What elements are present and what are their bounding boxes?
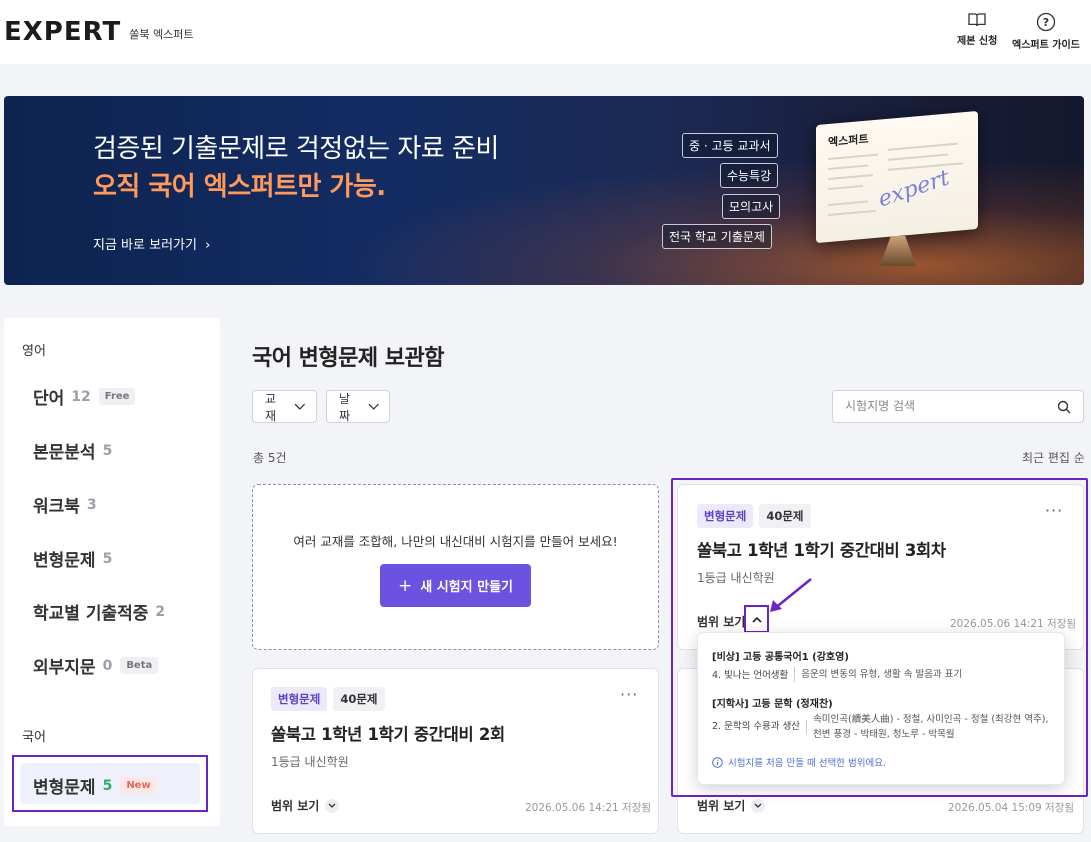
exam-type-tag: 변형문제: [271, 687, 328, 711]
expert-guide-button[interactable]: ? 엑스퍼트 가이드: [1012, 12, 1080, 51]
saved-date: 2026.05.06 14:21 저장됨: [525, 802, 652, 814]
saved-date: 2026.05.04 15:09 저장됨: [948, 802, 1075, 814]
beta-badge: Beta: [120, 657, 159, 674]
banner-chip: 전국 학교 기출문제: [662, 224, 772, 249]
sidebar-item-label: 외부지문: [33, 658, 96, 678]
monitor-illustration: 엑스퍼트 expert: [816, 110, 978, 244]
logo[interactable]: EXPERT 쏠북 엑스퍼트: [4, 18, 193, 46]
info-icon: [712, 756, 723, 768]
banner-chip: 중 · 고등 교과서: [682, 133, 778, 158]
free-badge: Free: [98, 388, 136, 405]
range-description: 음운의 변동의 유형, 생활 속 발음과 표기: [801, 669, 963, 680]
range-view-label: 범위 보기: [271, 799, 320, 813]
banner-title-line2: 오직 국어 엑스퍼트만 가능.: [93, 172, 386, 202]
new-exam-card: 여러 교재를 조합해, 나만의 내신대비 시험지를 만들어 보세요! + 새 시…: [252, 484, 659, 650]
sidebar-section-english: 영어: [22, 344, 46, 359]
sidebar-item-label: 학교별 기출적중: [33, 604, 149, 624]
chevron-up-icon: [751, 616, 762, 623]
range-book-title: [비상] 고등 공통국어1 (강호영): [712, 652, 849, 663]
sidebar-item-external-passages[interactable]: 외부지문 0 Beta: [33, 653, 159, 678]
sidebar-item-variant-english[interactable]: 변형문제 5: [33, 546, 113, 572]
svg-text:?: ?: [1043, 16, 1049, 29]
chevron-down-icon: [325, 798, 340, 813]
range-chapter: 4. 빛나는 언어생활: [712, 667, 796, 682]
sidebar-item-label: 워크북: [33, 497, 80, 517]
sort-dropdown[interactable]: 최근 편집 순: [1022, 449, 1085, 466]
help-icon: ?: [1036, 12, 1056, 32]
date-filter-dropdown[interactable]: 날짜: [326, 390, 390, 423]
sidebar-item-variant-korean[interactable]: 변형문제 5 New: [20, 763, 200, 804]
sidebar-item-count: 12: [71, 388, 91, 405]
create-exam-button[interactable]: + 새 시험지 만들기: [380, 564, 531, 607]
new-badge: New: [120, 777, 157, 794]
banner-link-label: 지금 바로 보러가기: [93, 238, 197, 253]
exam-title: 쏠북고 1학년 1학기 중간대비 2회: [271, 725, 505, 744]
sidebar-item-label: 본문분석: [33, 443, 96, 463]
question-count-tag: 40문제: [333, 687, 385, 711]
plus-icon: +: [397, 575, 413, 596]
total-count: 총 5건: [253, 451, 287, 465]
range-view-toggle[interactable]: 범위 보기: [271, 797, 340, 814]
range-book-title: [지학사] 고등 문학 (정재찬): [712, 699, 833, 710]
monitor-expert-script: expert: [876, 165, 952, 213]
banner-title-line1: 검증된 기출문제로 걱정없는 자료 준비: [93, 134, 499, 164]
range-chapter: 2. 문학의 수용과 생산: [712, 720, 808, 734]
banner-chip: 모의고사: [722, 194, 781, 219]
sidebar-active-highlight: 변형문제 5 New: [12, 755, 208, 812]
sidebar-item-count: 2: [155, 603, 166, 620]
top-header: EXPERT 쏠북 엑스퍼트 제본 신청 ? 엑스퍼트 가이드: [0, 0, 1091, 64]
search-input[interactable]: [845, 399, 1045, 413]
new-exam-description: 여러 교재를 조합해, 나만의 내신대비 시험지를 만들어 보세요!: [293, 534, 618, 549]
promo-banner[interactable]: 검증된 기출문제로 걱정없는 자료 준비 오직 국어 엑스퍼트만 가능. 지금 …: [4, 96, 1084, 285]
date-filter-label: 날짜: [339, 391, 351, 423]
page-title: 국어 변형문제 보관함: [252, 346, 444, 371]
banner-chip: 수능특강: [720, 163, 779, 188]
book-icon: [968, 13, 986, 27]
chevron-down-icon: [294, 403, 306, 410]
exam-academy: 1등급 내신학원: [271, 755, 349, 769]
create-exam-label: 새 시험지 만들기: [420, 580, 514, 595]
banner-link[interactable]: 지금 바로 보러가기 ›: [93, 234, 210, 253]
range-info-text: 시험지를 처음 만들 때 선택한 범위에요.: [728, 758, 886, 769]
range-info-note: 시험지를 처음 만들 때 선택한 범위에요.: [712, 755, 886, 769]
chevron-right-icon: ›: [205, 238, 211, 253]
binding-apply-button[interactable]: 제본 신청: [957, 12, 997, 47]
chevron-down-icon: [751, 798, 766, 813]
exam-card[interactable]: 변형문제 40문제 ··· 쏠북고 1학년 1학기 중간대비 2회 1등급 내신…: [252, 668, 659, 834]
logo-text: EXPERT: [4, 17, 122, 47]
range-chapter-row: 2. 문학의 수용과 생산 속미인곡(續美人曲) - 정철, 사미인곡 - 정철…: [712, 712, 1049, 742]
sidebar-item-label: 변형문제: [33, 551, 96, 571]
search-icon[interactable]: [1057, 400, 1071, 414]
textbook-filter-dropdown[interactable]: 교재: [252, 390, 317, 423]
logo-subtitle: 쏠북 엑스퍼트: [129, 27, 194, 41]
monitor-stand: [880, 236, 916, 266]
more-options-icon[interactable]: ···: [620, 685, 638, 704]
sidebar: 영어 단어 12 Free 본문분석 5 워크북 3 변형문제 5 학교별 기출…: [4, 318, 220, 826]
monitor-title: 엑스퍼트: [828, 132, 869, 150]
sidebar-item-school-past-exams[interactable]: 학교별 기출적중 2: [33, 599, 166, 625]
sidebar-item-workbook[interactable]: 워크북 3: [33, 492, 97, 518]
sidebar-item-words[interactable]: 단어 12 Free: [33, 384, 136, 409]
range-chapter-row: 4. 빛나는 언어생활 음운의 변동의 유형, 생활 속 발음과 표기: [712, 667, 962, 682]
sidebar-item-label: 변형문제: [33, 778, 96, 798]
sidebar-item-count: 5: [102, 442, 113, 459]
textbook-filter-label: 교재: [265, 391, 277, 423]
range-view-label: 범위 보기: [697, 799, 746, 813]
range-view-toggle[interactable]: 범위 보기: [697, 797, 766, 814]
sidebar-item-count: 3: [86, 496, 97, 513]
sidebar-item-label: 단어: [33, 389, 65, 409]
range-popup: [비상] 고등 공통국어1 (강호영) 4. 빛나는 언어생활 음운의 변동의 …: [697, 632, 1065, 785]
chevron-down-icon: [368, 403, 379, 410]
sidebar-item-count: 5: [102, 777, 113, 794]
pointer-arrow-icon: [770, 578, 812, 612]
sidebar-item-count: 0: [102, 657, 113, 674]
expert-guide-label: 엑스퍼트 가이드: [1012, 40, 1080, 51]
exam-search-box: [832, 390, 1084, 423]
binding-apply-label: 제본 신청: [957, 36, 998, 47]
sidebar-item-text-analysis[interactable]: 본문분석 5: [33, 438, 113, 464]
sidebar-item-count: 5: [102, 550, 113, 567]
range-description: 속미인곡(續美人曲) - 정철, 사미인곡 - 정철 (최강현 역주), 천변 …: [813, 714, 1049, 740]
sidebar-section-korean: 국어: [22, 730, 46, 745]
